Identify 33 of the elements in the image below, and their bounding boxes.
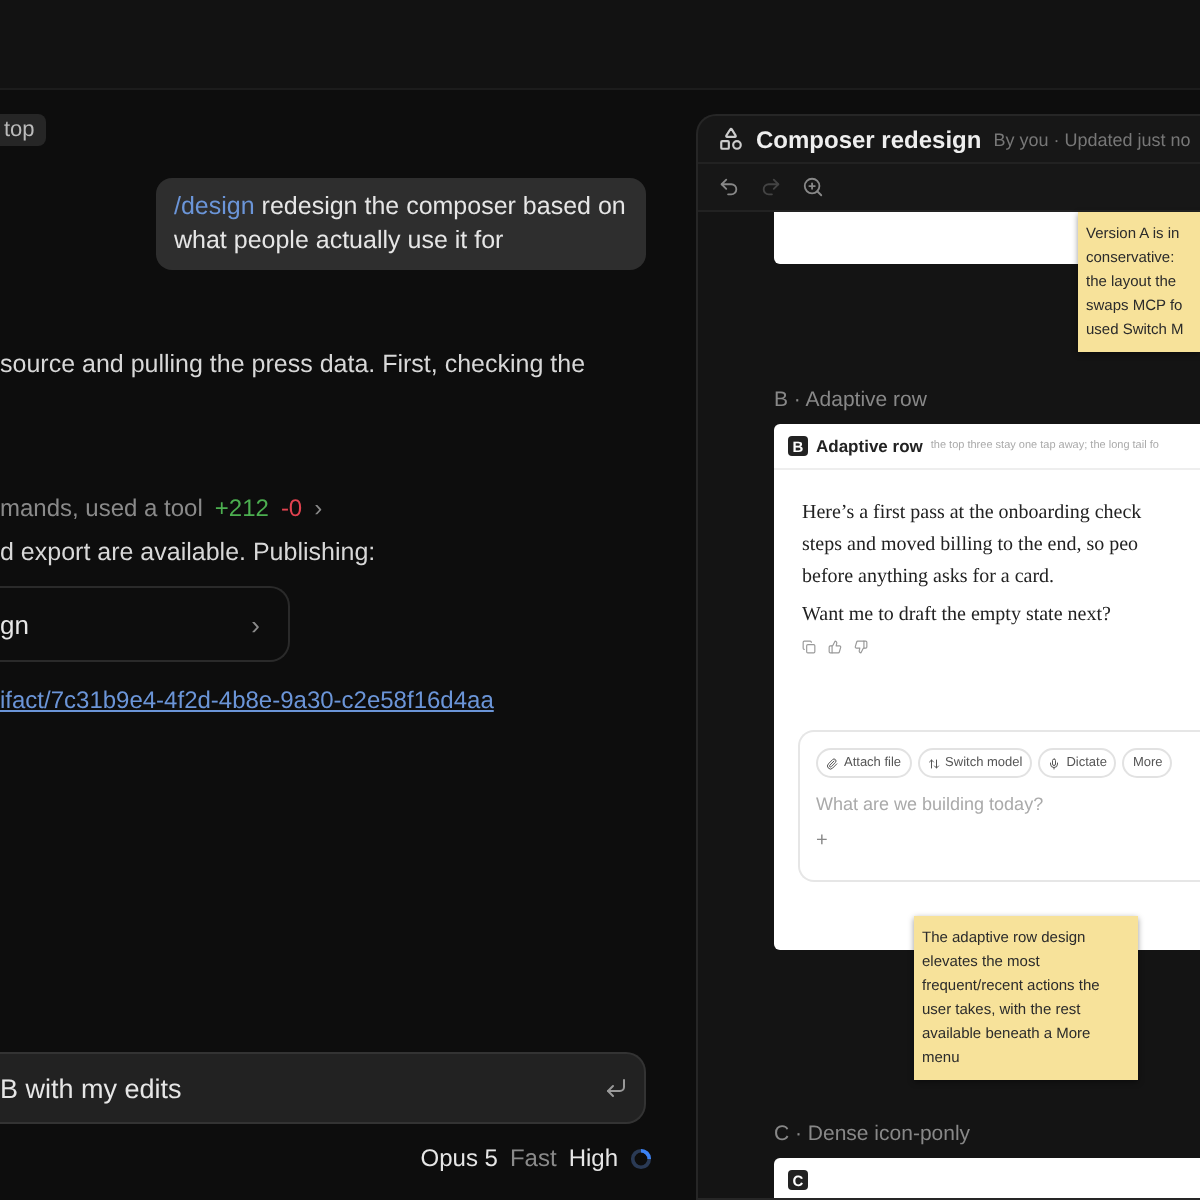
lines-added: +212 — [214, 494, 269, 522]
add-button[interactable]: + — [816, 830, 828, 852]
effort-level: High — [568, 1144, 618, 1172]
thumbs-up-icon[interactable] — [828, 640, 842, 654]
undo-icon[interactable] — [718, 176, 740, 199]
panel-meta: By you · Updated just no — [993, 129, 1191, 150]
zoom-icon[interactable] — [802, 176, 824, 199]
card-title: Adaptive row — [816, 436, 923, 456]
spinner-icon — [630, 1147, 652, 1169]
section-label: B · Adaptive row — [774, 388, 929, 412]
thumbs-down-icon[interactable] — [854, 640, 868, 654]
lines-removed: -0 — [280, 494, 303, 522]
tag-chip: top — [0, 114, 47, 146]
panel-title: Composer redesign — [756, 125, 982, 154]
model-name: Opus 5 — [420, 1144, 498, 1172]
paperclip-icon — [826, 757, 838, 769]
microphone-icon — [1048, 757, 1061, 769]
assistant-text: source and pulling the press data. First, checking the — [0, 350, 588, 378]
section-label: C · Dense icon-ponly — [774, 1122, 973, 1146]
artifact-link[interactable]: ifact/7c31b9e4-4f2d-4b8e-9a30-c2e58f16d4aa — [0, 686, 680, 714]
artifact-card[interactable]: gn › — [0, 586, 290, 662]
user-message: /design redesign the composer based on what people actually use it for — [156, 178, 646, 270]
shapes-icon — [718, 126, 744, 153]
tool-summary: mands, used a tool — [0, 494, 203, 522]
arrows-icon — [927, 757, 940, 769]
expand-chevron[interactable]: › — [314, 494, 323, 522]
message-input[interactable]: B with my edits — [0, 1052, 646, 1124]
response-text: Here’s a first pass at the onboarding check steps and moved billing to the end, so peo before anything asks for a card. Want me to draft the empty state next? — [800, 500, 1144, 630]
redo-icon[interactable] — [760, 176, 782, 199]
return-icon — [604, 1076, 628, 1100]
assistant-text: d export are available. Publishing: — [0, 538, 378, 566]
copy-icon[interactable] — [802, 640, 816, 654]
model-mode: Fast — [509, 1144, 557, 1172]
